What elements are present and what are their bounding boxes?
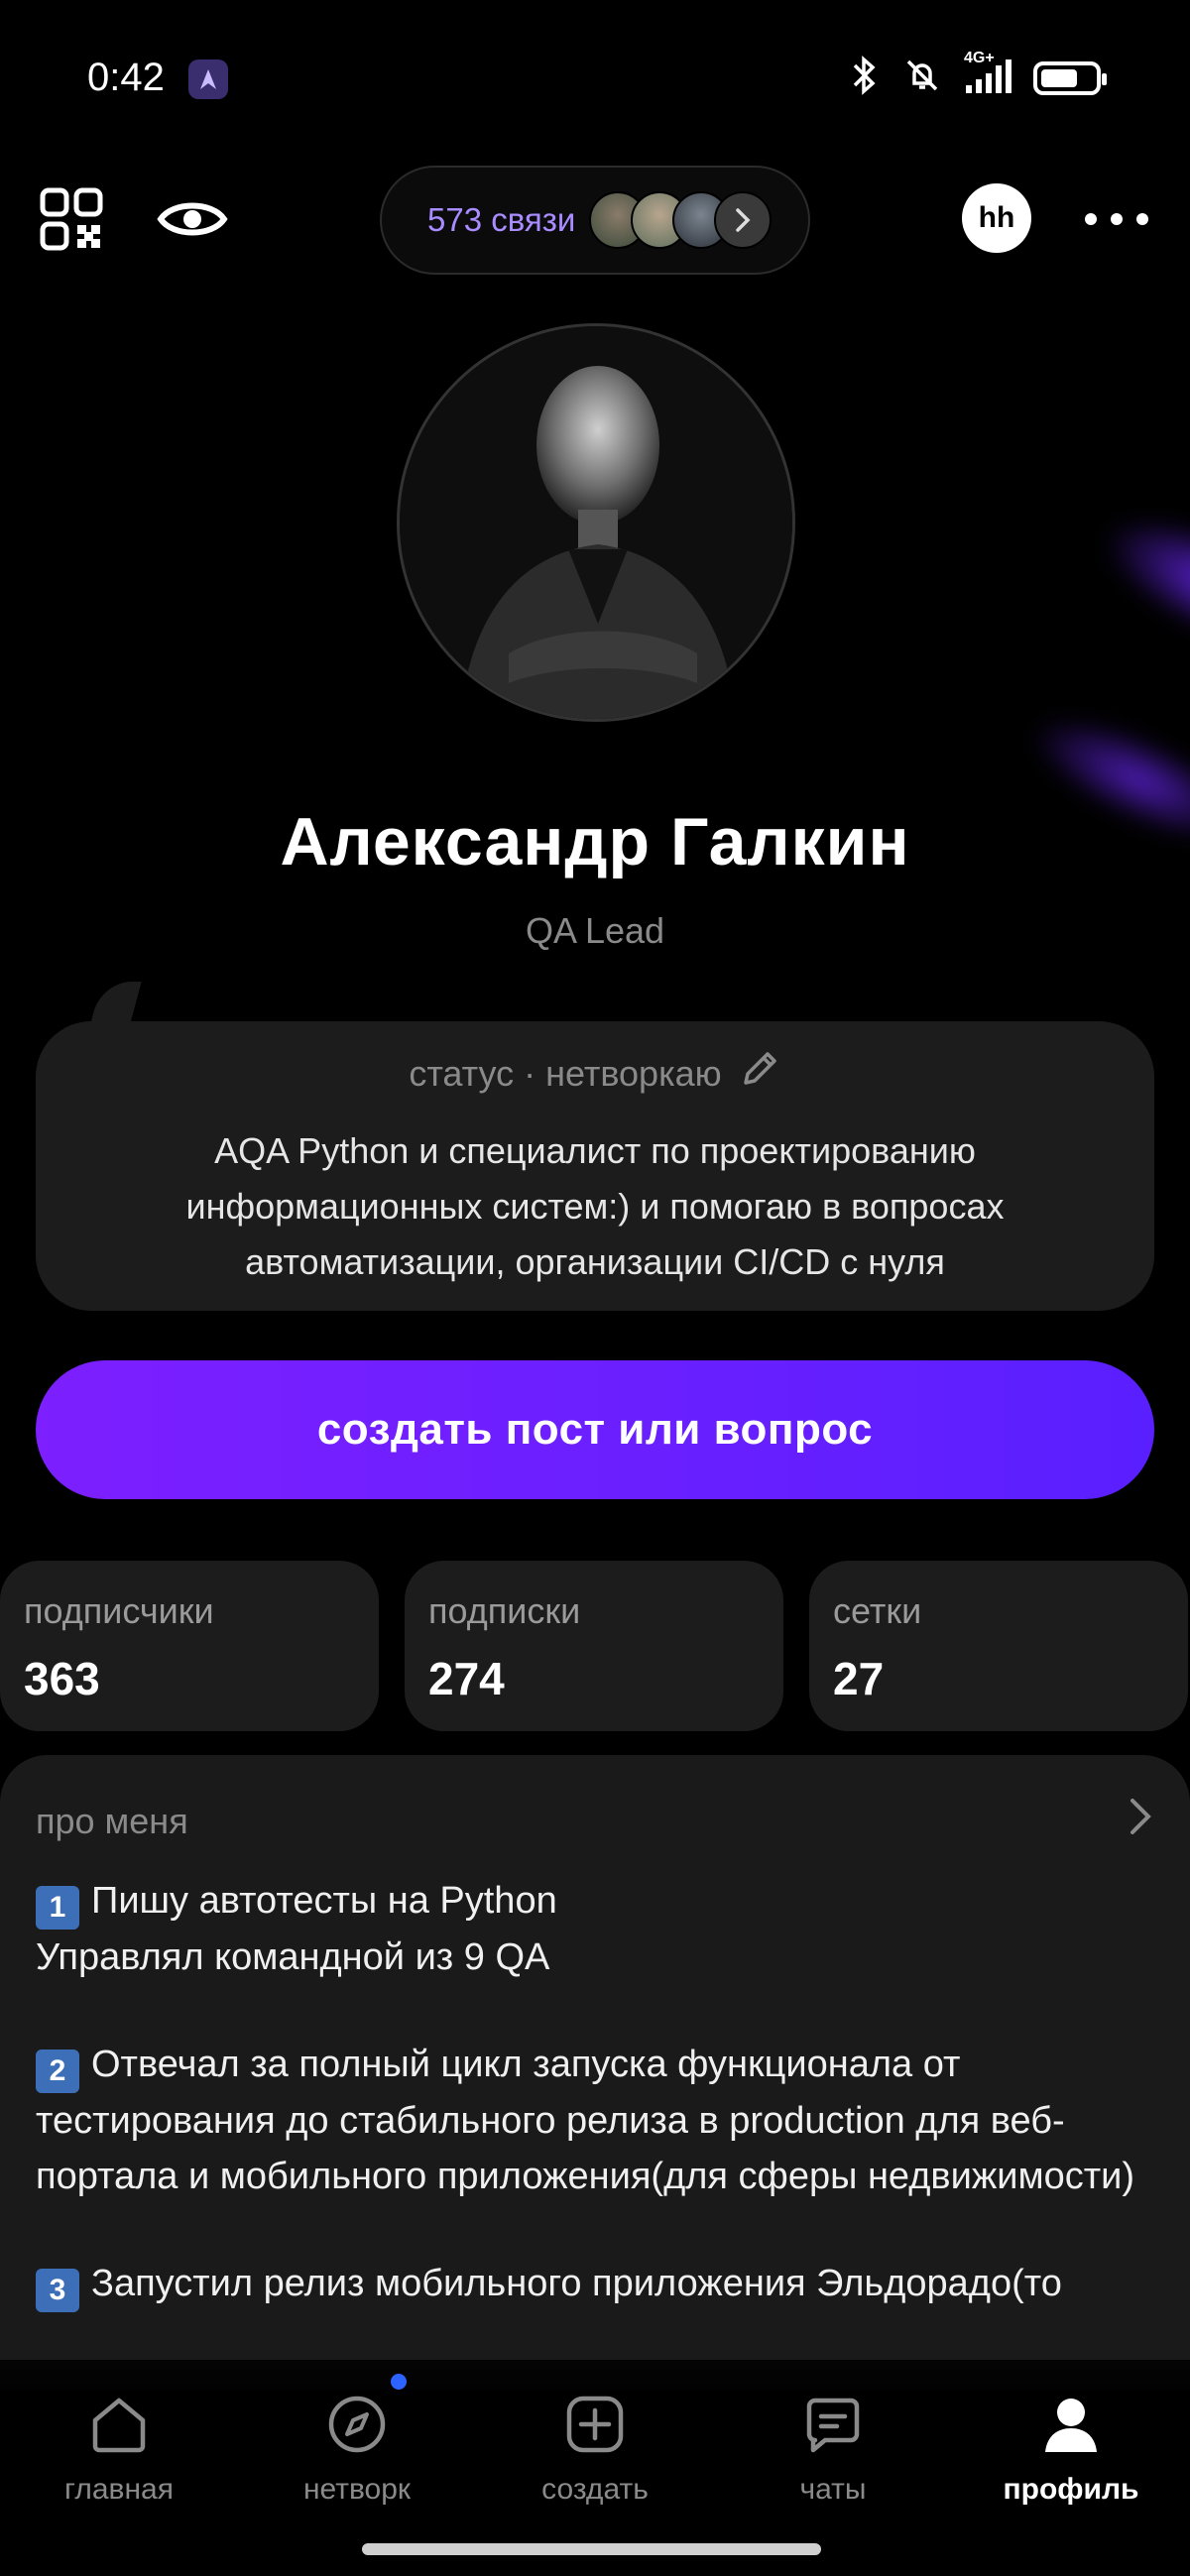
nav-create[interactable]: создать bbox=[476, 2390, 714, 2507]
status-header-label: статус · нетворкаю bbox=[409, 1052, 722, 1094]
stat-label: сетки bbox=[833, 1590, 922, 1631]
about-item: 3 Запустил релиз мобильного приложения Эл… bbox=[36, 2256, 1154, 2312]
profile-name: Александр Галкин bbox=[280, 804, 910, 879]
about-line: Запустил релиз мобильного приложения Эль… bbox=[91, 2263, 1062, 2304]
about-item: 2 Отвечал за полный цикл запуска функцион… bbox=[36, 2037, 1154, 2204]
stat-value: 363 bbox=[24, 1653, 100, 1704]
stat-value: 274 bbox=[428, 1653, 505, 1704]
network-type: 4G+ bbox=[964, 50, 995, 66]
status-text: AQA Python и специалист по проектировани… bbox=[185, 1130, 1005, 1282]
nav-network[interactable]: нетворк bbox=[238, 2390, 476, 2507]
about-item: 1 Пишу автотесты на Python Управлял коман… bbox=[36, 1873, 1154, 1985]
number-1-emoji: 1 bbox=[36, 1886, 79, 1930]
notification-dot bbox=[391, 2374, 407, 2390]
status-bar: 0:42 4G+ bbox=[0, 0, 1190, 159]
about-line: Отвечал за полный цикл запуска функциона… bbox=[36, 2044, 1135, 2197]
stat-value: 27 bbox=[833, 1653, 885, 1704]
chevron-right-icon bbox=[714, 191, 773, 249]
create-post-button[interactable]: создать пост или вопрос bbox=[36, 1360, 1154, 1499]
nav-home[interactable]: главная bbox=[0, 2390, 238, 2507]
number-2-emoji: 2 bbox=[36, 2049, 79, 2093]
nav-label: создать bbox=[541, 2473, 649, 2506]
eye-icon[interactable] bbox=[155, 189, 230, 249]
compass-icon bbox=[322, 2390, 392, 2459]
pencil-icon[interactable] bbox=[738, 1047, 781, 1100]
status-time: 0:42 bbox=[87, 56, 165, 99]
home-indicator[interactable] bbox=[362, 2543, 821, 2555]
stat-networks[interactable]: сетки 27 bbox=[809, 1561, 1188, 1731]
bluetooth-icon bbox=[847, 56, 881, 100]
stat-followers[interactable]: подписчики 363 bbox=[0, 1561, 379, 1731]
nav-label: чаты bbox=[799, 2473, 867, 2506]
about-text: 1 Пишу автотесты на Python Управлял коман… bbox=[36, 1873, 1154, 2312]
stats-row: подписчики 363 подписки 274 сетки 27 bbox=[0, 1561, 1190, 1731]
battery-icon bbox=[1033, 60, 1107, 95]
about-line: Управлял командной из 9 QA bbox=[36, 1936, 550, 1978]
profile-role: QA Lead bbox=[525, 910, 665, 951]
connections-count: 573 связи bbox=[427, 201, 576, 238]
about-header: про меня bbox=[36, 1795, 1154, 1847]
status-header: статус · нетворкаю bbox=[409, 1047, 780, 1100]
nav-label: главная bbox=[64, 2473, 174, 2506]
about-title: про меня bbox=[36, 1800, 188, 1841]
chevron-right-icon[interactable] bbox=[1127, 1795, 1154, 1847]
stat-label: подписчики bbox=[24, 1590, 214, 1631]
nav-profile[interactable]: профиль bbox=[952, 2390, 1190, 2507]
profile-photo[interactable] bbox=[397, 323, 795, 722]
home-icon bbox=[84, 2390, 154, 2459]
nav-label: нетворк bbox=[302, 2473, 412, 2506]
top-bar: 573 связи hh bbox=[0, 164, 1190, 278]
chat-icon bbox=[798, 2390, 868, 2459]
connection-avatars bbox=[589, 191, 773, 249]
stat-following[interactable]: подписки 274 bbox=[405, 1561, 783, 1731]
app-notification-icon bbox=[188, 59, 228, 99]
signal-icon: 4G+ bbox=[964, 50, 1012, 100]
nav-label: профиль bbox=[1003, 2473, 1139, 2506]
connections-button[interactable]: 573 связи bbox=[380, 166, 810, 275]
status-icons: 4G+ bbox=[847, 50, 1107, 100]
hh-badge-button[interactable]: hh bbox=[962, 183, 1031, 253]
qr-code-icon[interactable] bbox=[36, 183, 107, 255]
nav-chats[interactable]: чаты bbox=[714, 2390, 952, 2507]
status-card[interactable]: статус · нетворкаю AQA Python и специали… bbox=[36, 1021, 1154, 1311]
profile-icon bbox=[1036, 2390, 1106, 2459]
more-options-icon[interactable] bbox=[1085, 199, 1148, 239]
plus-square-icon bbox=[560, 2390, 630, 2459]
number-3-emoji: 3 bbox=[36, 2269, 79, 2312]
mute-bell-icon bbox=[902, 56, 942, 100]
about-line: Пишу автотесты на Python bbox=[91, 1880, 557, 1922]
stat-label: подписки bbox=[428, 1590, 581, 1631]
about-section[interactable]: про меня 1 Пишу автотесты на Python Управ… bbox=[0, 1755, 1190, 2390]
